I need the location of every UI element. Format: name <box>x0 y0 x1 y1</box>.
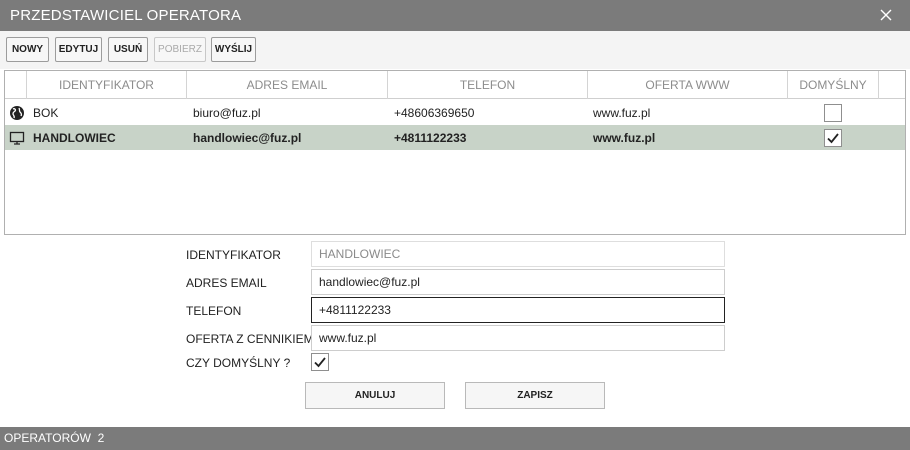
cancel-button[interactable]: ANULUJ <box>305 382 445 409</box>
title-bar: PRZEDSTAWICIEL OPERATORA <box>0 0 910 31</box>
phone-label: TELEFON <box>186 304 242 318</box>
checkmark-icon <box>314 357 326 368</box>
status-bar: OPERATORÓW 2 <box>0 427 910 450</box>
checkmark-icon <box>827 132 839 143</box>
header-identifier[interactable]: IDENTYFIKATOR <box>27 71 187 99</box>
cell-default <box>824 125 842 150</box>
operators-grid: IDENTYFIKATOR ADRES EMAIL TELEFON OFERTA… <box>4 70 906 235</box>
identifier-label: IDENTYFIKATOR <box>186 248 281 262</box>
toolbar: NOWY EDYTUJ USUŃ POBIERZ WYŚLIJ <box>0 31 910 69</box>
operator-count: OPERATORÓW 2 <box>4 431 105 445</box>
header-default[interactable]: DOMYŚLNY <box>788 71 879 99</box>
monitor-icon <box>9 130 25 146</box>
cell-identifier: HANDLOWIEC <box>33 130 116 145</box>
fetch-button[interactable]: POBIERZ <box>154 37 206 62</box>
cell-email: handlowiec@fuz.pl <box>193 130 302 145</box>
default-checkbox-field[interactable] <box>311 353 329 371</box>
cell-identifier: BOK <box>33 105 59 120</box>
header-icon-column <box>5 71 27 99</box>
cell-www: www.fuz.pl <box>593 105 651 120</box>
table-row[interactable]: BOK biuro@fuz.pl +48606369650 www.fuz.pl <box>5 100 905 125</box>
cell-www: www.fuz.pl <box>593 130 656 145</box>
default-checkbox[interactable] <box>824 103 842 122</box>
offer-label: OFERTA Z CENNIKIEM <box>186 332 314 346</box>
close-icon[interactable] <box>876 5 896 25</box>
edit-button[interactable]: EDYTUJ <box>55 37 102 62</box>
header-email[interactable]: ADRES EMAIL <box>187 71 388 99</box>
identifier-field[interactable]: HANDLOWIEC <box>311 241 725 267</box>
cell-email: biuro@fuz.pl <box>193 105 261 120</box>
delete-button[interactable]: USUŃ <box>108 37 148 62</box>
edit-form: IDENTYFIKATOR HANDLOWIEC ADRES EMAIL han… <box>0 237 910 427</box>
cell-phone: +48606369650 <box>394 105 475 120</box>
email-field[interactable]: handlowiec@fuz.pl <box>311 269 725 295</box>
save-button[interactable]: ZAPISZ <box>465 382 605 409</box>
header-www[interactable]: OFERTA WWW <box>588 71 788 99</box>
header-phone[interactable]: TELEFON <box>388 71 588 99</box>
cell-default <box>824 100 842 125</box>
offer-field[interactable]: www.fuz.pl <box>311 325 725 351</box>
cell-phone: +4811122233 <box>394 130 467 145</box>
default-label: CZY DOMYŚLNY ? <box>186 356 291 370</box>
new-button[interactable]: NOWY <box>6 37 49 62</box>
table-row-selected[interactable]: HANDLOWIEC handlowiec@fuz.pl +4811122233… <box>5 125 905 150</box>
email-label: ADRES EMAIL <box>186 276 267 290</box>
globe-icon <box>9 105 25 121</box>
send-button[interactable]: WYŚLIJ <box>211 37 256 62</box>
phone-field[interactable]: +4811122233 <box>311 297 725 323</box>
grid-header: IDENTYFIKATOR ADRES EMAIL TELEFON OFERTA… <box>5 71 905 99</box>
window-title: PRZEDSTAWICIEL OPERATORA <box>10 7 242 24</box>
default-checkbox[interactable] <box>824 128 842 147</box>
